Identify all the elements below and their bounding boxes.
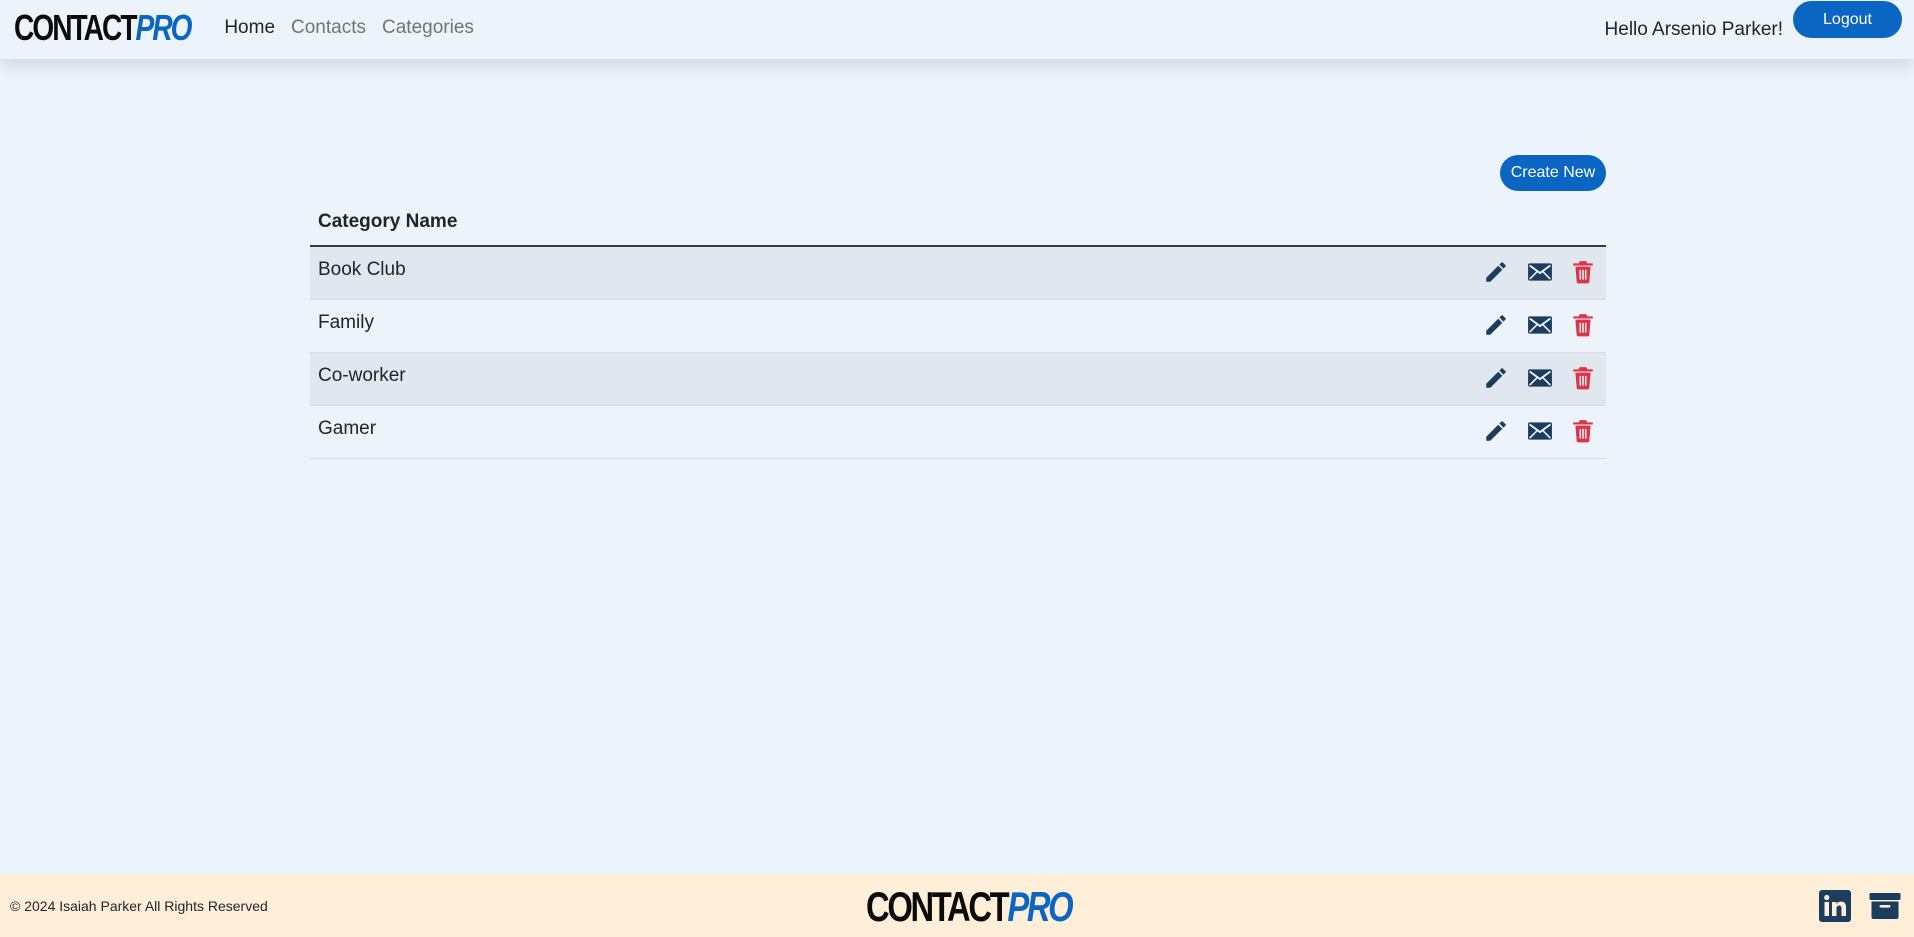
categories-main: Create New Category Name Book Club Famil… <box>310 155 1606 459</box>
email-icon[interactable] <box>1527 259 1553 285</box>
row-actions <box>985 405 1606 459</box>
delete-icon[interactable] <box>1570 259 1596 285</box>
footer-brand-logo[interactable]: CONTACTPRO <box>866 883 1074 930</box>
create-new-button[interactable]: Create New <box>1500 155 1606 191</box>
column-header-actions <box>985 200 1606 247</box>
nav-link-categories[interactable]: Categories <box>374 17 482 39</box>
delete-icon[interactable] <box>1570 418 1596 444</box>
linkedin-icon[interactable] <box>1818 889 1852 923</box>
row-actions <box>985 352 1606 406</box>
logout-button[interactable]: Logout <box>1793 1 1902 38</box>
nav-links: Home Contacts Categories <box>216 17 482 39</box>
table-row: Co-worker <box>310 352 1606 406</box>
brand-logo-part1: CONTACT <box>14 6 137 48</box>
footer-social-links <box>1802 889 1902 923</box>
create-row: Create New <box>310 155 1606 192</box>
footer-logo-part2: PRO <box>1007 883 1073 930</box>
nav-user-area: Hello Arsenio Parker! Logout <box>1604 1 1902 41</box>
category-name-cell: Family <box>310 299 986 353</box>
table-header-row: Category Name <box>310 200 1606 247</box>
footer: © 2024 Isaiah Parker All Rights Reserved… <box>0 874 1914 937</box>
category-name-cell: Gamer <box>310 405 986 459</box>
email-icon[interactable] <box>1527 418 1553 444</box>
table-row: Book Club <box>310 246 1606 300</box>
navbar: CONTACTPRO Home Contacts Categories Hell… <box>0 0 1914 59</box>
table-row: Family <box>310 299 1606 353</box>
nav-link-home[interactable]: Home <box>216 17 283 39</box>
delete-icon[interactable] <box>1570 365 1596 391</box>
brand-logo-part2: PRO <box>135 6 193 48</box>
copyright-text: © 2024 Isaiah Parker All Rights Reserved <box>10 897 268 914</box>
table-row: Gamer <box>310 405 1606 459</box>
row-actions <box>985 246 1606 300</box>
portfolio-icon[interactable] <box>1868 889 1902 923</box>
email-icon[interactable] <box>1527 365 1553 391</box>
edit-icon[interactable] <box>1483 259 1509 285</box>
footer-logo-part1: CONTACT <box>866 883 1010 930</box>
edit-icon[interactable] <box>1483 312 1509 338</box>
category-name-cell: Co-worker <box>310 352 986 406</box>
row-actions <box>985 299 1606 353</box>
column-header-category-name: Category Name <box>310 200 986 247</box>
email-icon[interactable] <box>1527 312 1553 338</box>
brand-logo[interactable]: CONTACTPRO <box>14 6 193 48</box>
user-greeting: Hello Arsenio Parker! <box>1604 18 1783 40</box>
edit-icon[interactable] <box>1483 365 1509 391</box>
categories-table: Category Name Book Club Family Co-worker… <box>310 200 1606 459</box>
category-name-cell: Book Club <box>310 246 986 300</box>
delete-icon[interactable] <box>1570 312 1596 338</box>
nav-link-contacts[interactable]: Contacts <box>283 17 374 39</box>
edit-icon[interactable] <box>1483 418 1509 444</box>
